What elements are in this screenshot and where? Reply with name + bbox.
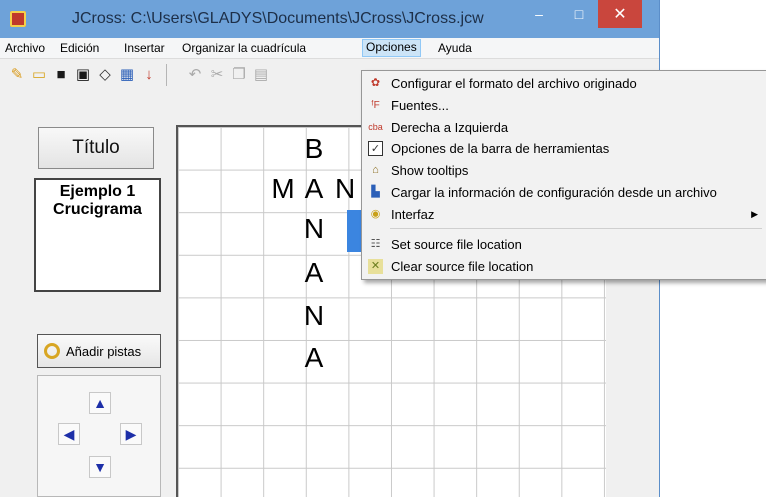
menu-item-label: Interfaz xyxy=(391,207,435,222)
grid-letter: N xyxy=(335,173,355,204)
menu-item-label: Cargar la información de configuración d… xyxy=(391,185,717,200)
menu-opciones[interactable]: Opciones xyxy=(362,39,421,57)
cut-icon[interactable]: ✂ xyxy=(208,66,226,84)
menu-item-label: Configurar el formato del archivo origin… xyxy=(391,76,637,91)
grid-icon[interactable]: ▦ xyxy=(118,66,136,84)
grid-letter: B xyxy=(304,133,324,164)
load-config-icon: ▙ xyxy=(371,186,380,198)
left-panel: Título Ejemplo 1 Crucigrama Añadir pista… xyxy=(0,92,170,497)
menu-item-derecha-izquierda[interactable]: cba Derecha a Izquierda xyxy=(362,117,766,138)
menu-organizar-cuadricula[interactable]: Organizar la cuadrícula xyxy=(179,40,309,56)
interface-icon: ◉ xyxy=(370,208,381,220)
menu-item-configurar-formato[interactable]: ✿ Configurar el formato del archivo orig… xyxy=(362,73,766,94)
clear-source-icon: ✕ xyxy=(368,259,383,274)
selected-cell[interactable] xyxy=(347,210,361,252)
menu-archivo[interactable]: Archivo xyxy=(2,40,48,56)
add-clues-button[interactable]: Añadir pistas xyxy=(37,334,161,368)
title-bar[interactable]: JCross: C:\Users\GLADYS\Documents\JCross… xyxy=(0,0,659,38)
menu-item-label: Opciones de la barra de herramientas xyxy=(391,141,610,156)
menu-ayuda[interactable]: Ayuda xyxy=(435,40,475,56)
undo-icon[interactable]: ↶ xyxy=(186,66,204,84)
title-display: Ejemplo 1 Crucigrama xyxy=(34,178,161,292)
grid-letter: N xyxy=(303,300,325,331)
submenu-arrow-icon: ▶ xyxy=(751,209,758,219)
toolbar-separator xyxy=(166,64,167,86)
menu-bar: Archivo Edición Insertar Organizar la cu… xyxy=(0,38,659,59)
rtl-icon: cba xyxy=(368,122,383,132)
checkbox-icon: ✓ xyxy=(368,141,383,156)
opciones-dropdown-menu: ✿ Configurar el formato del archivo orig… xyxy=(361,70,766,280)
menu-item-opciones-barra[interactable]: ✓ Opciones de la barra de herramientas xyxy=(362,138,766,159)
grid-letter: M xyxy=(271,173,295,204)
menu-item-label: Clear source file location xyxy=(391,259,534,274)
menu-item-label: Show tooltips xyxy=(391,163,469,178)
paste-icon[interactable]: ▤ xyxy=(252,66,270,84)
menu-item-show-tooltips[interactable]: ⌂ Show tooltips xyxy=(362,160,766,181)
minimize-button[interactable]: – xyxy=(520,0,558,28)
grid-letter: A xyxy=(304,173,324,204)
menu-item-fuentes[interactable]: ᶠF Fuentes... xyxy=(362,95,766,116)
fonts-icon: ᶠF xyxy=(371,100,380,111)
format-config-icon: ✿ xyxy=(370,77,381,89)
save-as-icon[interactable]: ▣ xyxy=(74,66,92,84)
grid-letter: A xyxy=(304,342,324,373)
set-source-icon: ☷ xyxy=(370,238,381,250)
menu-edicion[interactable]: Edición xyxy=(57,40,102,56)
tooltip-icon: ⌂ xyxy=(372,164,379,176)
app-icon[interactable] xyxy=(10,11,26,27)
key-icon xyxy=(44,343,60,359)
title-button[interactable]: Título xyxy=(38,127,154,169)
menu-insertar[interactable]: Insertar xyxy=(121,40,168,56)
menu-item-clear-source[interactable]: ✕ Clear source file location xyxy=(362,256,766,277)
down-arrow-button[interactable]: ▼ xyxy=(89,456,111,478)
new-icon[interactable]: ✎ xyxy=(8,66,26,84)
add-clues-label: Añadir pistas xyxy=(66,343,142,359)
window-title: JCross: C:\Users\GLADYS\Documents\JCross… xyxy=(72,10,484,27)
open-icon[interactable]: ▭ xyxy=(30,66,48,84)
menu-item-set-source[interactable]: ☷ Set source file location xyxy=(362,234,766,255)
menu-item-label: Set source file location xyxy=(391,237,522,252)
menu-item-label: Derecha a Izquierda xyxy=(391,120,509,135)
title-line-1: Ejemplo 1 xyxy=(59,183,136,200)
right-arrow-button[interactable]: ▶ xyxy=(120,423,142,445)
down-arrow-icon[interactable]: ↓ xyxy=(140,66,158,84)
grid-letter: A xyxy=(304,257,324,288)
grid-letter: N xyxy=(303,213,325,244)
copy-icon[interactable]: ❐ xyxy=(230,66,248,84)
menu-item-interfaz[interactable]: ◉ Interfaz ▶ xyxy=(362,204,766,225)
up-arrow-button[interactable]: ▲ xyxy=(89,392,111,414)
menu-separator xyxy=(390,228,762,229)
close-button[interactable]: ✕ xyxy=(598,0,642,28)
menu-item-cargar-configuracion[interactable]: ▙ Cargar la información de configuración… xyxy=(362,182,766,203)
eraser-icon[interactable]: ◇ xyxy=(96,66,114,84)
save-icon[interactable]: ■ xyxy=(52,66,70,84)
left-arrow-button[interactable]: ◀ xyxy=(58,423,80,445)
title-line-2: Crucigrama xyxy=(53,201,142,218)
direction-pad: ▲ ◀ ▶ ▼ xyxy=(37,375,161,497)
menu-item-label: Fuentes... xyxy=(391,98,449,113)
maximize-button[interactable]: □ xyxy=(560,0,598,28)
